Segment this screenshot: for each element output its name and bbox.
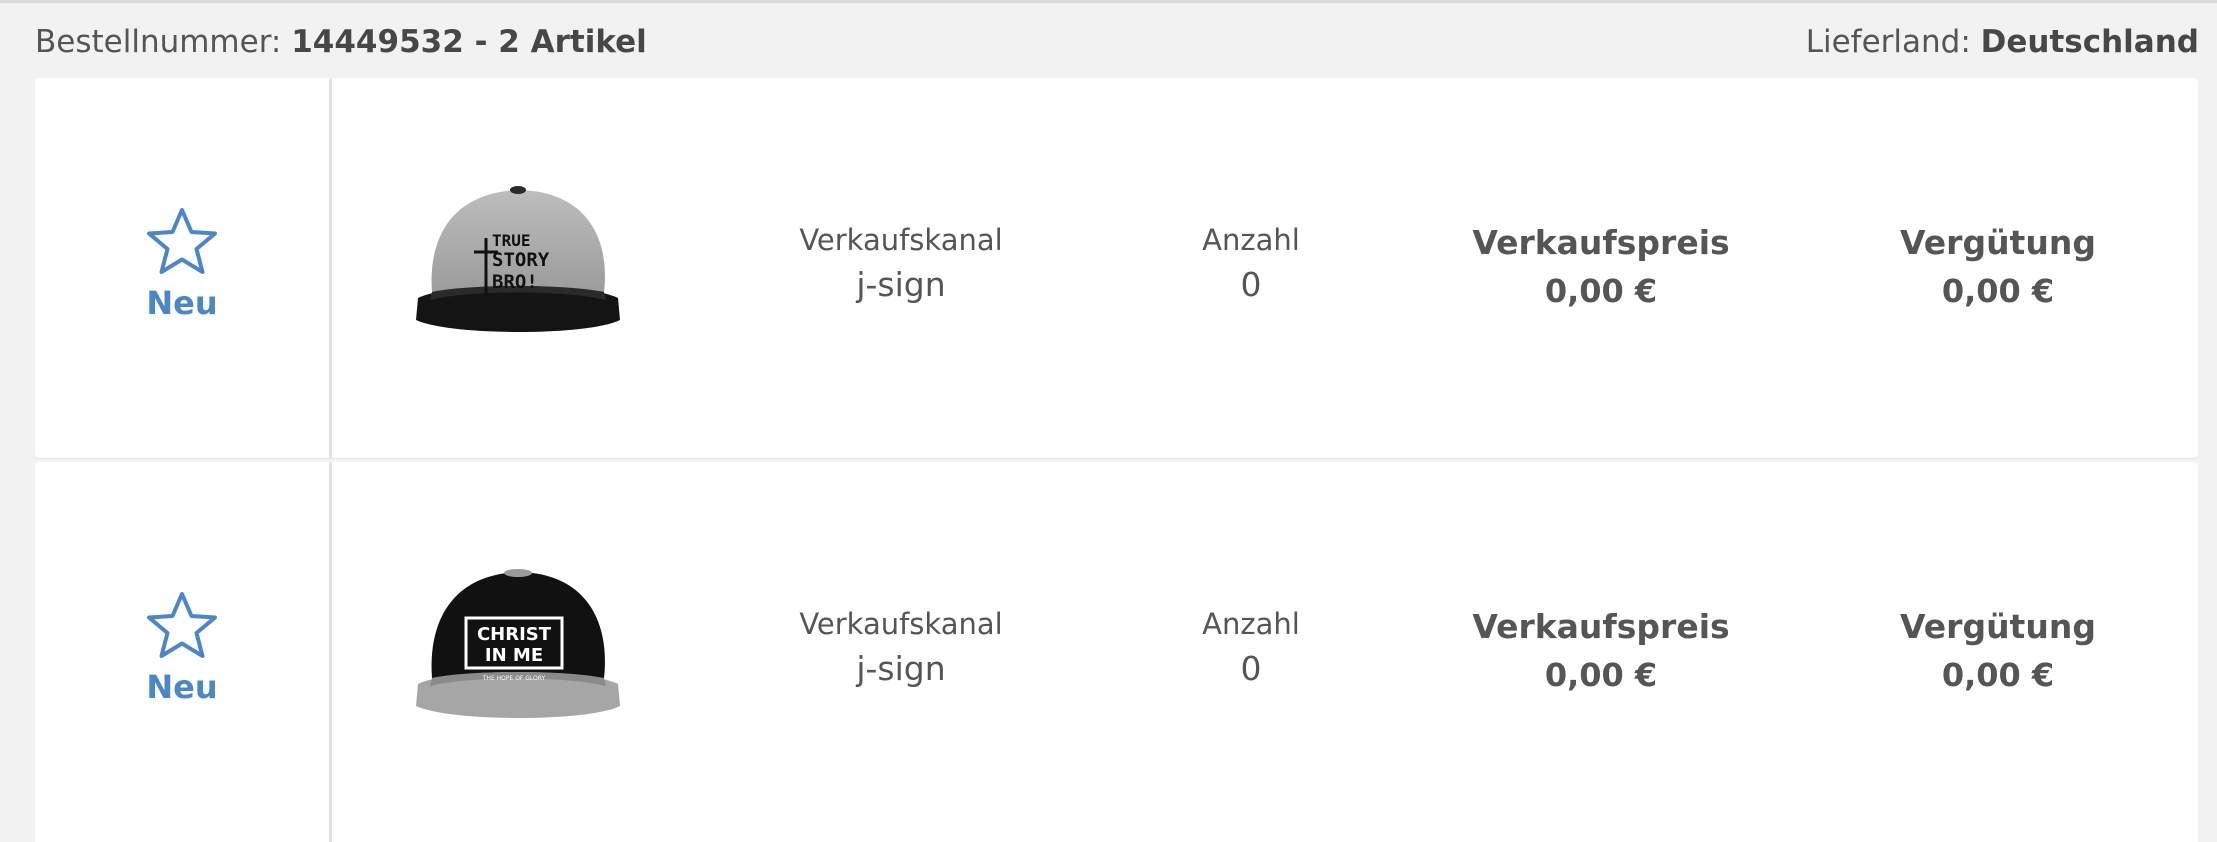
star-outline-icon [147, 592, 217, 658]
sales-price-value: 0,00 € [1544, 656, 1658, 694]
quantity-field: Anzahl 0 [1202, 607, 1300, 688]
status-label: Neu [146, 284, 218, 322]
quantity-value: 0 [1240, 649, 1262, 688]
sales-channel-value: j-sign [856, 649, 946, 688]
sales-price-value: 0,00 € [1544, 272, 1658, 310]
commission-label: Vergütung [1900, 223, 2096, 262]
order-number-group: Bestellnummer: 14449532 - 2 Artikel [35, 24, 647, 60]
order-item-card: Neu TRUE STORY BRO! Verkaufskanal j-sign… [35, 78, 2198, 458]
status-column: Neu [35, 78, 332, 458]
commission-field: Vergütung 0,00 € [1900, 607, 2096, 694]
svg-text:STORY: STORY [492, 249, 550, 271]
svg-text:IN ME: IN ME [485, 645, 543, 666]
star-outline-icon [147, 208, 217, 274]
svg-text:THE HOPE OF GLORY: THE HOPE OF GLORY [482, 675, 546, 682]
status-new-button[interactable]: Neu [35, 206, 329, 322]
sales-channel-label: Verkaufskanal [799, 607, 1003, 641]
sales-channel-value: j-sign [856, 265, 946, 304]
quantity-label: Anzahl [1202, 223, 1300, 257]
sales-channel-field: Verkaufskanal j-sign [799, 223, 1002, 304]
delivery-country-group: Lieferland: Deutschland [1806, 24, 2199, 60]
cap-product-image[interactable]: TRUE STORY BRO! [410, 180, 626, 340]
sales-price-field: Verkaufspreis 0,00 € [1472, 607, 1729, 694]
order-separator: - [463, 24, 499, 60]
sales-price-label: Verkaufspreis [1472, 223, 1730, 262]
delivery-country: Deutschland [1980, 24, 2199, 60]
commission-label: Vergütung [1900, 607, 2096, 646]
sales-channel-field: Verkaufskanal j-sign [799, 607, 1002, 688]
sales-channel-label: Verkaufskanal [799, 223, 1003, 257]
svg-text:CHRIST: CHRIST [477, 624, 552, 645]
sales-price-label: Verkaufspreis [1472, 607, 1730, 646]
status-new-button[interactable]: Neu [35, 590, 329, 706]
commission-field: Vergütung 0,00 € [1900, 223, 2096, 310]
commission-value: 0,00 € [1941, 272, 2055, 310]
order-item-card: Neu CHRIST IN ME THE HOPE OF GLORY Verka… [35, 462, 2198, 842]
order-header: Bestellnummer: 14449532 - 2 Artikel Lief… [35, 20, 2199, 64]
sales-price-field: Verkaufspreis 0,00 € [1472, 223, 1729, 310]
quantity-value: 0 [1240, 265, 1262, 304]
quantity-label: Anzahl [1202, 607, 1300, 641]
cap-product-image[interactable]: CHRIST IN ME THE HOPE OF GLORY [410, 566, 626, 726]
svg-text:BRO!: BRO! [492, 271, 538, 293]
status-label: Neu [146, 668, 218, 706]
top-divider [0, 0, 2217, 3]
status-column: Neu [35, 462, 332, 842]
order-item-count: 2 Artikel [498, 24, 647, 60]
order-number-label: Bestellnummer: [35, 24, 282, 60]
delivery-country-label: Lieferland: [1805, 24, 1971, 60]
order-number: 14449532 [291, 24, 464, 60]
svg-text:TRUE: TRUE [492, 231, 531, 250]
commission-value: 0,00 € [1941, 656, 2055, 694]
quantity-field: Anzahl 0 [1202, 223, 1300, 304]
